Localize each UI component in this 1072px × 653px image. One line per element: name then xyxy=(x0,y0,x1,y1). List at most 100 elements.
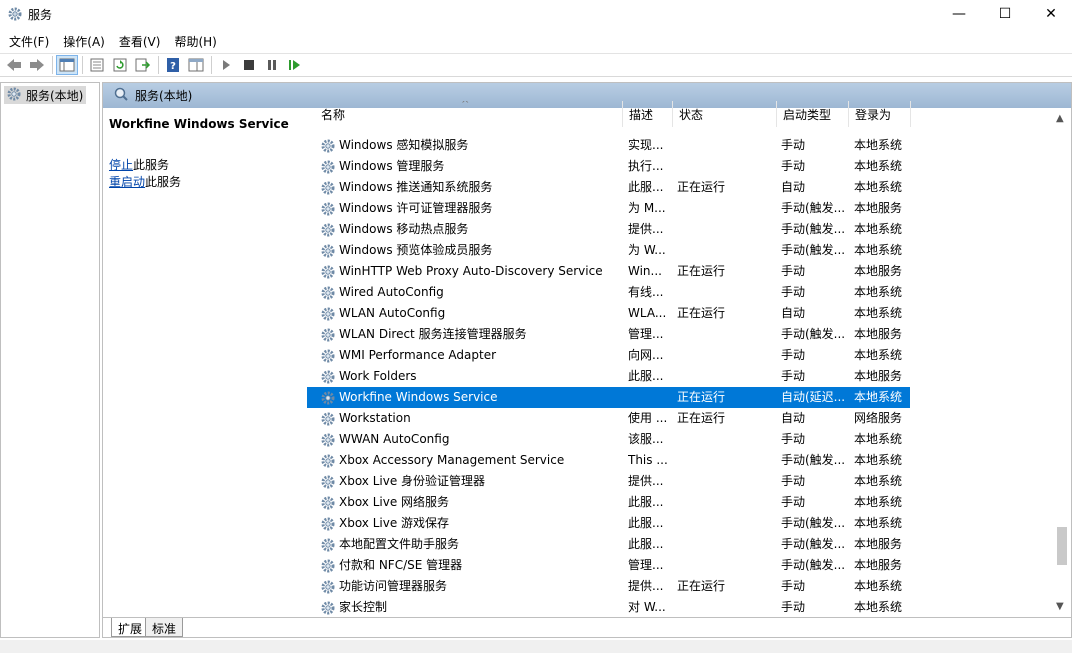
service-row[interactable]: WLAN AutoConfig WLA... 正在运行 自动 本地系统 xyxy=(307,303,910,324)
service-startup-type: 手动 xyxy=(781,474,806,488)
service-gear-icon xyxy=(320,243,336,259)
service-row[interactable]: Windows 移动热点服务 提供... 手动(触发... 本地系统 xyxy=(307,219,910,240)
menu-help[interactable]: 帮助(H) xyxy=(169,31,221,52)
service-status xyxy=(677,471,777,492)
service-logon-as: 本地服务 xyxy=(854,558,903,572)
show-hide-tree-icon[interactable] xyxy=(56,55,78,75)
service-row[interactable]: 付款和 NFC/SE 管理器 管理... 手动(触发... 本地服务 xyxy=(307,555,910,576)
view-tabs: 扩展 标准 xyxy=(103,617,1071,637)
restart-service-link[interactable]: 重启动 xyxy=(109,175,145,189)
scrollbar-thumb[interactable] xyxy=(1057,527,1067,565)
service-logon-as: 本地系统 xyxy=(854,243,903,257)
service-row[interactable]: Workfine Windows Service 正在运行 自动(延迟... 本地系统 xyxy=(307,387,910,408)
scroll-down-arrow-icon[interactable]: ▼ xyxy=(1056,601,1064,612)
service-row[interactable]: 本地配置文件助手服务 此服... 手动(触发... 本地服务 xyxy=(307,534,910,555)
service-startup-type: 手动 xyxy=(781,600,806,614)
refresh-icon[interactable] xyxy=(109,55,131,75)
back-arrow-icon[interactable] xyxy=(3,55,25,75)
service-startup-type: 手动(触发... xyxy=(781,516,846,530)
properties-icon[interactable] xyxy=(86,55,108,75)
column-logon-as[interactable]: 登录为 xyxy=(849,101,911,127)
stop-service-icon[interactable] xyxy=(238,55,260,75)
service-row[interactable]: Xbox Live 游戏保存 此服... 手动(触发... 本地系统 xyxy=(307,513,910,534)
console-tree: 服务(本地) xyxy=(0,82,100,638)
service-logon-as: 本地系统 xyxy=(854,579,903,593)
forward-arrow-icon[interactable] xyxy=(26,55,48,75)
service-logon-as: 本地系统 xyxy=(854,474,903,488)
close-button[interactable]: ✕ xyxy=(1028,0,1072,28)
service-startup-type: 手动 xyxy=(781,432,806,446)
column-description[interactable]: 描述 xyxy=(623,101,673,127)
service-logon-as: 网络服务 xyxy=(854,411,903,425)
service-description: 此服... xyxy=(628,537,664,551)
service-description: 为 W... xyxy=(628,243,666,257)
service-row[interactable]: Windows 感知模拟服务 实现... 手动 本地系统 xyxy=(307,135,910,156)
service-gear-icon xyxy=(320,432,336,448)
service-startup-type: 手动(触发... xyxy=(781,537,846,551)
service-startup-type: 自动 xyxy=(781,180,806,194)
tab-extended[interactable]: 扩展 xyxy=(111,618,149,637)
service-name: Wired AutoConfig xyxy=(339,285,444,299)
service-description: 管理... xyxy=(628,558,664,572)
service-row[interactable]: Windows 推送通知系统服务 此服... 正在运行 自动 本地系统 xyxy=(307,177,910,198)
service-logon-as: 本地系统 xyxy=(854,516,903,530)
service-gear-icon xyxy=(320,474,336,490)
tree-item-services-local[interactable]: 服务(本地) xyxy=(4,86,86,104)
service-description: 使用 ... xyxy=(628,411,668,425)
service-row[interactable]: WWAN AutoConfig 该服... 手动 本地系统 xyxy=(307,429,910,450)
service-status xyxy=(677,597,777,617)
stop-service-link[interactable]: 停止 xyxy=(109,158,133,172)
service-row[interactable]: 家长控制 对 W... 手动 本地系统 xyxy=(307,597,910,617)
help-icon[interactable]: ? xyxy=(162,55,184,75)
show-pane-icon[interactable] xyxy=(185,55,207,75)
service-description: 此服... xyxy=(628,516,664,530)
service-row[interactable]: Windows 管理服务 执行... 手动 本地系统 xyxy=(307,156,910,177)
service-row[interactable]: Xbox Live 身份验证管理器 提供... 手动 本地系统 xyxy=(307,471,910,492)
service-row[interactable]: Windows 预览体验成员服务 为 W... 手动(触发... 本地系统 xyxy=(307,240,910,261)
service-name: Work Folders xyxy=(339,369,417,383)
service-gear-icon xyxy=(320,327,336,343)
service-row[interactable]: Work Folders 此服... 手动 本地服务 xyxy=(307,366,910,387)
service-description: 对 W... xyxy=(628,600,666,614)
export-list-icon[interactable] xyxy=(132,55,154,75)
service-row[interactable]: Workstation 使用 ... 正在运行 自动 网络服务 xyxy=(307,408,910,429)
service-list: ^ 名称 描述 状态 启动类型 登录为 Windows 感知模拟服务 实现... 手… xyxy=(307,101,1071,617)
service-gear-icon xyxy=(320,369,336,385)
column-name[interactable]: 名称 xyxy=(315,101,623,127)
service-row[interactable]: Wired AutoConfig 有线... 手动 本地系统 xyxy=(307,282,910,303)
service-name: Workfine Windows Service xyxy=(339,390,498,404)
scroll-up-arrow-icon[interactable]: ▲ xyxy=(1056,113,1064,124)
service-name: 家长控制 xyxy=(339,600,388,614)
service-gear-icon xyxy=(320,558,336,574)
service-row[interactable]: WMI Performance Adapter 向网... 手动 本地系统 xyxy=(307,345,910,366)
service-gear-icon xyxy=(320,222,336,238)
service-row[interactable]: WinHTTP Web Proxy Auto-Discovery Service… xyxy=(307,261,910,282)
pause-service-icon[interactable] xyxy=(261,55,283,75)
service-gear-icon xyxy=(320,516,336,532)
service-status xyxy=(677,156,777,177)
service-row[interactable]: Xbox Accessory Management Service This ..… xyxy=(307,450,910,471)
menu-action[interactable]: 操作(A) xyxy=(58,31,110,52)
service-logon-as: 本地系统 xyxy=(854,306,903,320)
restart-service-suffix: 此服务 xyxy=(145,175,182,189)
service-description: 有线... xyxy=(628,285,664,299)
service-gear-icon xyxy=(320,600,336,616)
service-status: 正在运行 xyxy=(677,579,726,593)
service-row[interactable]: 功能访问管理器服务 提供... 正在运行 手动 本地系统 xyxy=(307,576,910,597)
restart-service-icon[interactable] xyxy=(284,55,306,75)
maximize-button[interactable]: ☐ xyxy=(982,0,1028,28)
service-name: WLAN AutoConfig xyxy=(339,306,446,320)
minimize-button[interactable]: — xyxy=(936,0,982,28)
column-status[interactable]: 状态 xyxy=(673,101,777,127)
service-row[interactable]: Windows 许可证管理器服务 为 M... 手动(触发... 本地服务 xyxy=(307,198,910,219)
menu-view[interactable]: 查看(V) xyxy=(114,31,166,52)
tab-standard[interactable]: 标准 xyxy=(145,618,184,637)
start-service-icon[interactable] xyxy=(215,55,237,75)
vertical-scrollbar[interactable]: ▲ ▼ xyxy=(1053,111,1070,617)
window-title: 服务 xyxy=(28,8,53,22)
service-gear-icon xyxy=(320,495,336,511)
menu-file[interactable]: 文件(F) xyxy=(4,31,54,52)
service-row[interactable]: Xbox Live 网络服务 此服... 手动 本地系统 xyxy=(307,492,910,513)
service-row[interactable]: WLAN Direct 服务连接管理器服务 管理... 手动(触发... 本地服务 xyxy=(307,324,910,345)
column-startup-type[interactable]: 启动类型 xyxy=(777,101,849,127)
